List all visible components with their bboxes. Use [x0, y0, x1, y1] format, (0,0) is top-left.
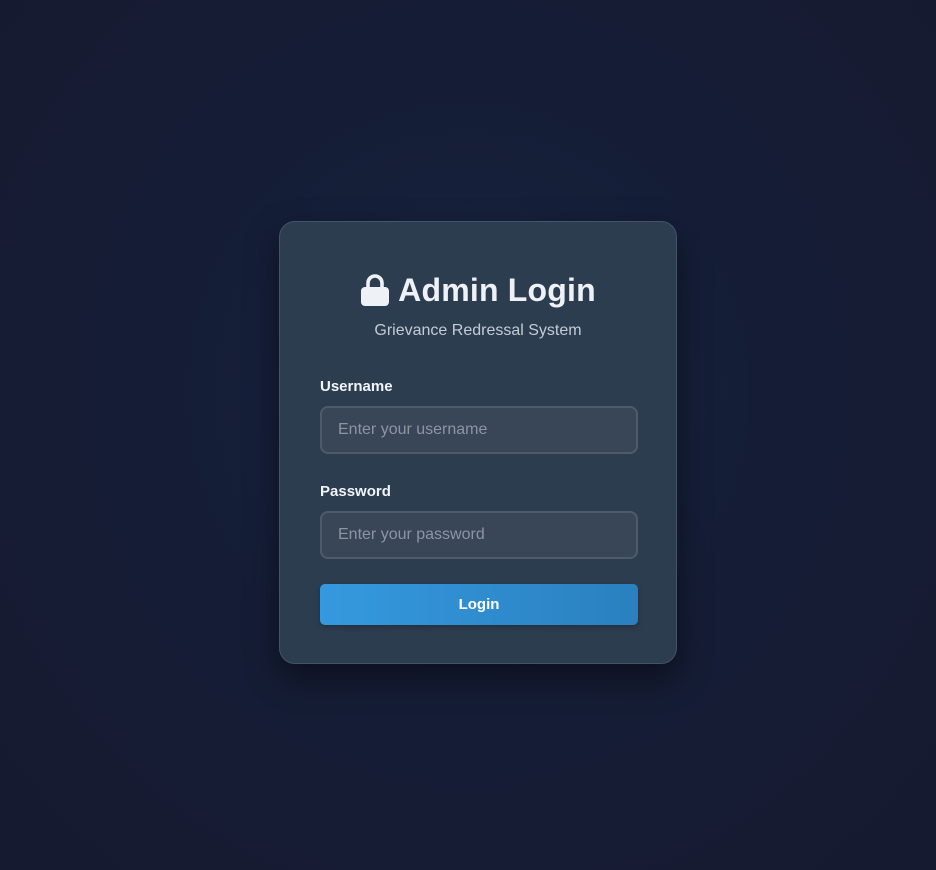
password-input[interactable]: [320, 511, 638, 559]
username-input[interactable]: [320, 406, 638, 454]
lock-icon: [360, 273, 390, 307]
password-label: Password: [320, 483, 391, 500]
login-header: Admin Login: [280, 269, 676, 311]
login-card: Admin Login Grievance Redressal System U…: [279, 221, 677, 664]
username-label: Username: [320, 378, 393, 395]
page-subtitle: Grievance Redressal System: [374, 322, 582, 339]
login-button[interactable]: Login: [320, 584, 638, 625]
page-title: Admin Login: [398, 271, 596, 308]
